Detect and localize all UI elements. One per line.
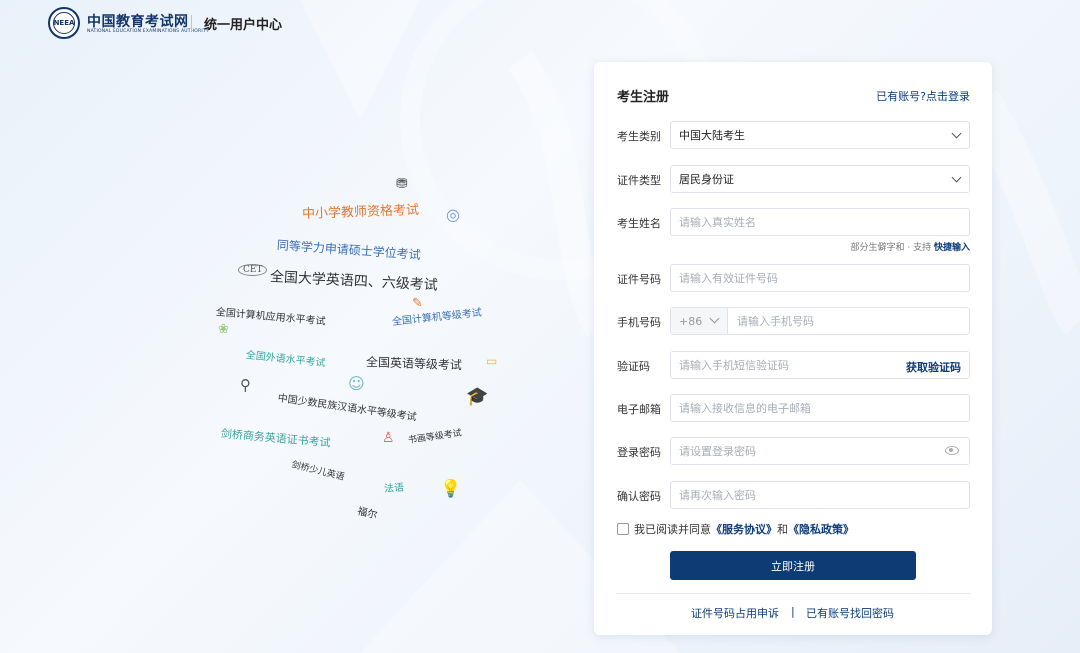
chevron-down-icon	[951, 172, 962, 183]
phone-field-wrap: +86	[670, 307, 970, 335]
agree-checkbox[interactable]	[617, 523, 629, 535]
country-code-select[interactable]: +86	[671, 308, 728, 334]
badge-icon: ◎	[446, 205, 460, 224]
chevron-down-icon	[951, 128, 962, 139]
country-code-value: +86	[679, 314, 703, 328]
cloud-word-bec: 剑桥商务英语证书考试	[220, 427, 332, 450]
cloud-word-calligraphy: 书画等级考试	[407, 428, 463, 446]
id-number-input[interactable]	[671, 265, 969, 291]
id-type-value: 居民身份证	[679, 173, 734, 186]
email-field-wrap	[670, 394, 970, 422]
bulb-icon: 💡	[440, 479, 462, 499]
category-value: 中国大陆考生	[679, 129, 745, 142]
cloud-word-pets: 全国英语等级考试	[365, 355, 463, 373]
password-input[interactable]	[671, 438, 969, 464]
id-type-select[interactable]: 居民身份证	[670, 165, 970, 193]
id-type-label: 证件类型	[617, 174, 661, 187]
brush-icon: ♙	[382, 430, 395, 446]
id-number-label: 证件号码	[617, 273, 661, 286]
password-label: 登录密码	[617, 446, 661, 459]
email-label: 电子邮箱	[617, 403, 661, 416]
phone-label: 手机号码	[617, 316, 661, 329]
hint-text: 部分生僻字和 · 支持	[850, 243, 932, 253]
agreement-row: 我已阅读并同意 《服务协议》 和 《隐私政策》	[617, 521, 854, 537]
stamp-icon: ⛃	[396, 176, 408, 192]
password-field-wrap	[670, 437, 970, 465]
leaf-icon: ❀	[218, 322, 229, 337]
category-label: 考生类别	[617, 130, 661, 143]
code-label: 验证码	[617, 360, 650, 373]
ruler-icon: ▭	[486, 354, 498, 368]
cloud-word-computer-level: 全国计算机等级考试	[391, 307, 483, 328]
cloud-word-toefl: 福尔	[356, 506, 379, 522]
registration-card: 考生注册 已有账号?点击登录 考生类别 中国大陆考生 证件类型 居民身份证 考生…	[594, 62, 992, 635]
quick-input-link[interactable]: 快捷输入	[934, 243, 970, 253]
category-select[interactable]: 中国大陆考生	[670, 121, 970, 149]
privacy-policy-link[interactable]: 《隐私政策》	[788, 521, 854, 537]
cloud-word-master: 同等学力申请硕士学位考试	[276, 238, 422, 263]
id-number-field-wrap	[670, 264, 970, 292]
cloud-word-computer-app: 全国计算机应用水平考试	[215, 307, 326, 328]
graduation-cap-icon: 🎓	[466, 386, 489, 407]
footer-separator: |	[791, 605, 795, 618]
code-field-wrap: 获取验证码	[670, 351, 970, 379]
cloud-word-yle: 剑桥少儿英语	[290, 460, 346, 483]
confirm-field-wrap	[670, 481, 970, 509]
service-agreement-link[interactable]: 《服务协议》	[711, 521, 777, 537]
rare-char-hint: 部分生僻字和 · 支持 快捷输入	[851, 240, 970, 253]
register-button[interactable]: 立即注册	[670, 551, 916, 580]
pencil-icon: ✎	[412, 296, 423, 311]
cloud-word-foreign-lang: 全国外语水平考试	[245, 350, 326, 370]
eye-icon[interactable]	[945, 446, 959, 455]
cloud-word-french: 法语	[383, 482, 405, 495]
id-appeal-link[interactable]: 证件号码占用申诉	[691, 605, 779, 621]
name-field-wrap	[670, 208, 970, 236]
exam-word-cloud: ⛃ 中小学教师资格考试 ◎ 同等学力申请硕士学位考试 CET 全国大学英语四、六…	[0, 0, 590, 653]
recover-password-link[interactable]: 已有账号找回密码	[806, 605, 894, 621]
agree-prefix: 我已阅读并同意	[634, 523, 711, 536]
card-divider	[616, 593, 970, 594]
cloud-word-cet-badge: CET	[238, 264, 268, 276]
chevron-down-icon	[709, 313, 720, 324]
name-input[interactable]	[671, 209, 969, 235]
email-input[interactable]	[671, 395, 969, 421]
get-code-button[interactable]: 获取验证码	[906, 359, 961, 375]
cloud-word-mhk: 中国少数民族汉语水平等级考试	[276, 393, 418, 424]
cloud-word-cet: 全国大学英语四、六级考试	[269, 269, 439, 294]
confirm-label: 确认密码	[617, 490, 661, 503]
cloud-word-teacher: 中小学教师资格考试	[301, 202, 420, 222]
form-title: 考生注册	[617, 90, 670, 105]
login-link[interactable]: 已有账号?点击登录	[876, 88, 970, 104]
agree-and: 和	[777, 523, 788, 536]
magnifier-icon: ⚲	[240, 376, 251, 394]
confirm-password-input[interactable]	[671, 482, 969, 508]
smile-icon: ☺	[348, 374, 365, 393]
name-label: 考生姓名	[617, 217, 661, 230]
